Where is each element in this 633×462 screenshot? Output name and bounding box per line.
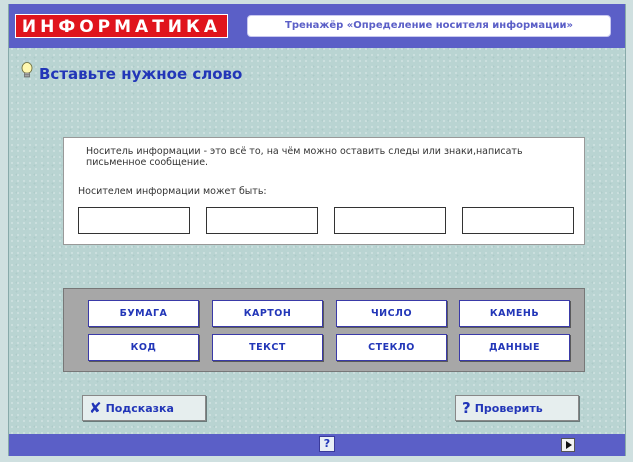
lightbulb-icon	[21, 62, 33, 78]
word-bank: БУМАГА КАРТОН ЧИСЛО КАМЕНЬ КОД ТЕКСТ СТЕ…	[63, 288, 585, 372]
word-tile-karton[interactable]: КАРТОН	[212, 300, 323, 327]
answer-slot-1[interactable]	[78, 207, 190, 234]
word-tile-tekst[interactable]: ТЕКСТ	[212, 334, 323, 361]
question-icon: ?	[462, 399, 471, 417]
app-logo: ИНФОРМАТИКА	[15, 14, 228, 38]
help-button[interactable]: ?	[319, 436, 335, 452]
word-tile-kamen[interactable]: КАМЕНЬ	[459, 300, 570, 327]
answer-slot-2[interactable]	[206, 207, 318, 234]
question-text: Носитель информации - это всё то, на чём…	[86, 146, 523, 168]
hint-button-label: Подсказка	[105, 402, 174, 415]
word-tile-bumaga[interactable]: БУМАГА	[88, 300, 199, 327]
app-window: ИНФОРМАТИКА Тренажёр «Определение носите…	[8, 4, 626, 456]
word-tile-steklo[interactable]: СТЕКЛО	[336, 334, 447, 361]
word-tile-kod[interactable]: КОД	[88, 334, 199, 361]
question-label: Носителем информации может быть:	[78, 186, 267, 197]
answer-slot-4[interactable]	[462, 207, 574, 234]
question-card: Носитель информации - это всё то, на чём…	[63, 137, 585, 245]
next-button[interactable]	[561, 438, 575, 452]
header-bar: ИНФОРМАТИКА Тренажёр «Определение носите…	[9, 4, 625, 48]
word-tile-chislo[interactable]: ЧИСЛО	[336, 300, 447, 327]
x-icon: ✘	[89, 399, 102, 417]
word-tile-dannye[interactable]: ДАННЫЕ	[459, 334, 570, 361]
answer-slot-3[interactable]	[334, 207, 446, 234]
check-button-label: Проверить	[474, 402, 543, 415]
footer-bar: ?	[9, 434, 625, 456]
hint-button[interactable]: ✘ Подсказка	[82, 395, 206, 421]
trainer-title: Тренажёр «Определение носителя информаци…	[247, 15, 611, 37]
task-heading: Вставьте нужное слово	[39, 65, 243, 83]
check-button[interactable]: ? Проверить	[455, 395, 579, 421]
